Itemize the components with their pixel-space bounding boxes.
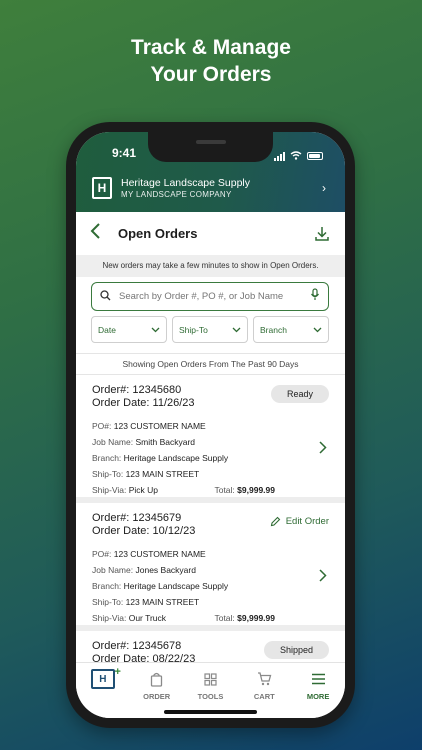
date-range-note: Showing Open Orders From The Past 90 Day… [76, 353, 345, 375]
grid-icon [204, 670, 217, 688]
branch-filter[interactable]: Branch [253, 316, 329, 343]
shipto-label: Ship-To: [92, 597, 124, 607]
shipto-value: 123 MAIN STREET [125, 597, 200, 607]
status-icons [274, 147, 323, 165]
heritage-logo-icon: H + [90, 666, 121, 689]
signal-icon [274, 151, 285, 161]
shipvia-label: Ship-Via: [92, 613, 127, 623]
branch-filter-label: Branch [260, 324, 287, 335]
info-banner: New orders may take a few minutes to sho… [76, 255, 345, 277]
branch-label: Branch: [92, 453, 122, 463]
microphone-icon[interactable] [310, 287, 320, 306]
app-header: 9:41 H Heritage Landscape Supply MY LAND… [76, 132, 345, 212]
branch-label: Branch: [92, 581, 122, 591]
edit-order-button[interactable]: Edit Order [270, 516, 329, 527]
status-badge: Shipped [263, 641, 329, 659]
branch-value: Heritage Landscape Supply [123, 581, 229, 591]
date-filter-label: Date [98, 324, 116, 335]
tab-more-label: MORE [306, 692, 330, 701]
speaker [196, 140, 226, 144]
cart-icon [257, 670, 272, 688]
po-value: 123 CUSTOMER NAME [113, 549, 206, 559]
order-card[interactable]: Order#: 12345679 Order Date: 10/12/23 Ed… [76, 503, 345, 631]
po-label: PO#: [92, 549, 112, 559]
chevron-down-icon [313, 327, 322, 332]
total-value: $9,999.99 [237, 485, 275, 495]
chevron-right-icon: › [322, 181, 326, 195]
order-card[interactable]: Order#: 12345680 Order Date: 11/26/23 Re… [76, 375, 345, 503]
tab-tools-label: TOOLS [197, 692, 224, 701]
total-label: Total: [214, 485, 235, 495]
job-value: Smith Backyard [135, 437, 196, 447]
headline-line-1: Track & Manage [131, 36, 291, 59]
page-titlebar: Open Orders [76, 212, 345, 255]
status-time: 9:41 [112, 146, 137, 160]
bag-icon [150, 670, 163, 688]
total-label: Total: [214, 613, 235, 623]
job-label: Job Name: [92, 437, 134, 447]
company-subtitle: MY LANDSCAPE COMPANY [121, 190, 232, 199]
company-switcher[interactable]: H Heritage Landscape Supply MY LANDSCAPE… [92, 177, 332, 199]
chevron-down-icon [151, 327, 160, 332]
total-value: $9,999.99 [237, 613, 275, 623]
po-label: PO#: [92, 421, 112, 431]
back-button[interactable] [90, 222, 118, 245]
page-title: Open Orders [118, 226, 198, 241]
edit-order-label: Edit Order [285, 516, 329, 527]
orders-list: Order#: 12345680 Order Date: 11/26/23 Re… [76, 375, 345, 662]
download-icon[interactable] [313, 225, 331, 243]
headline-line-2: Your Orders [150, 63, 272, 86]
shipvia-value: Pick Up [128, 485, 159, 495]
phone-screen: 9:41 H Heritage Landscape Supply MY LAND… [76, 132, 345, 718]
date-filter[interactable]: Date [91, 316, 167, 343]
shipto-filter[interactable]: Ship-To [172, 316, 248, 343]
phone-frame: 9:41 H Heritage Landscape Supply MY LAND… [66, 122, 355, 728]
search-icon [100, 288, 111, 306]
po-value: 123 CUSTOMER NAME [113, 421, 206, 431]
shipvia-label: Ship-Via: [92, 485, 127, 495]
tab-cart-label: CART [253, 692, 275, 701]
chevron-left-icon [90, 223, 100, 239]
shipto-label: Ship-To: [92, 469, 124, 479]
tab-home[interactable]: H + [79, 666, 127, 718]
home-indicator [164, 710, 257, 714]
search-input[interactable] [119, 291, 302, 302]
shipto-value: 123 MAIN STREET [125, 469, 200, 479]
branch-value: Heritage Landscape Supply [123, 453, 229, 463]
filter-row: Date Ship-To Branch [91, 316, 329, 343]
shipto-filter-label: Ship-To [179, 324, 208, 335]
chevron-down-icon [232, 327, 241, 332]
phone-notch [148, 132, 273, 162]
job-value: Jones Backyard [135, 565, 196, 575]
job-label: Job Name: [92, 565, 134, 575]
company-logo-icon: H [92, 177, 112, 199]
wifi-icon [290, 147, 302, 165]
tab-more[interactable]: MORE [294, 670, 342, 718]
order-card[interactable]: Order#: 12345678 Order Date: 08/22/23 Sh… [76, 631, 345, 662]
shipvia-value: Our Truck [128, 613, 167, 623]
search-box[interactable] [91, 282, 329, 311]
battery-icon [307, 152, 323, 160]
chevron-right-icon[interactable] [319, 569, 327, 586]
company-name: Heritage Landscape Supply [121, 177, 251, 189]
tab-order-label: ORDER [143, 692, 171, 701]
headline: Track & Manage Your Orders [0, 34, 422, 88]
pencil-icon [270, 516, 280, 527]
chevron-right-icon[interactable] [319, 441, 327, 458]
menu-icon [311, 670, 326, 688]
status-badge: Ready [270, 385, 329, 403]
